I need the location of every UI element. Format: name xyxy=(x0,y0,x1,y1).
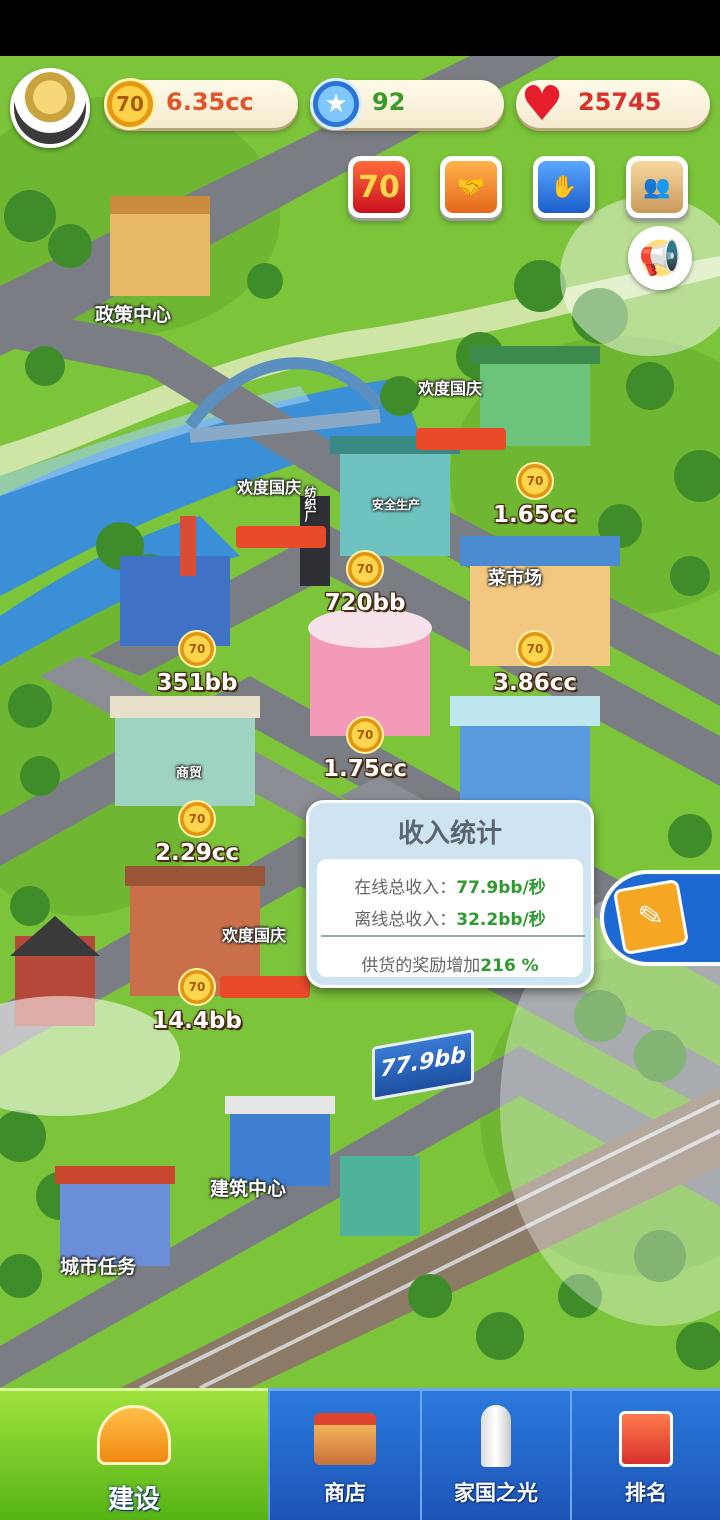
online-income-label: 在线总收入： xyxy=(354,878,457,898)
tab-build[interactable]: 建设 xyxy=(0,1388,268,1520)
coin-icon: 70 xyxy=(516,462,554,500)
coin-icon: 70 xyxy=(346,716,384,754)
income-amount: 14.4bb xyxy=(152,1008,242,1034)
star-gem-icon: ★ xyxy=(310,78,362,130)
tab-homeland[interactable]: 家国之光 xyxy=(420,1388,570,1520)
bonus-value: 216 % xyxy=(480,956,539,976)
income-vegetable-market[interactable]: 70 3.86cc xyxy=(470,630,600,696)
coin-counter[interactable]: 70 6.35cc xyxy=(104,78,298,130)
celebration-sign: 欢度国庆 xyxy=(222,926,287,945)
online-income-row: 在线总收入：77.9bb/秒 xyxy=(317,873,583,898)
city-map[interactable]: 欢度国庆 欢度国庆 欢度国庆 纺织厂 安全生产 菜市场 商贸 政策中心 建筑中心… xyxy=(0,56,720,1388)
team-photo-icon: 👥 xyxy=(631,161,683,213)
player-avatar[interactable] xyxy=(10,68,90,148)
tab-shop[interactable]: 商店 xyxy=(268,1388,420,1520)
heart-icon: ♥ xyxy=(520,76,564,132)
city-tasks-label[interactable]: 城市任务 xyxy=(60,1252,136,1279)
celebration-sign: 欢度国庆 xyxy=(418,379,483,398)
offline-income-label: 离线总收入： xyxy=(354,910,457,930)
textile-sign: 纺织厂 xyxy=(303,486,317,522)
megaphone-icon[interactable]: 📢 xyxy=(628,226,692,290)
status-bar xyxy=(0,0,720,56)
rocket-icon xyxy=(481,1405,511,1467)
income-residential[interactable]: 70 14.4bb xyxy=(132,968,262,1034)
coin-value: 6.35cc xyxy=(166,88,254,116)
tab-rank-label: 排名 xyxy=(625,1481,667,1505)
income-amount: 720bb xyxy=(324,590,406,616)
coin-icon: 70 xyxy=(178,630,216,668)
notepad-icon: ✎ xyxy=(612,878,690,956)
income-amount: 1.75cc xyxy=(322,756,407,782)
hand-emblem-button[interactable]: ✋ xyxy=(533,156,595,218)
income-trade-mall[interactable]: 70 2.29cc xyxy=(132,800,262,866)
popup-title: 收入统计 xyxy=(397,819,502,849)
gem-value: 92 xyxy=(372,88,406,116)
policy-center-label[interactable]: 政策中心 xyxy=(95,300,171,327)
coin-icon: 70 xyxy=(346,550,384,588)
bonus-label: 供货的奖励增加 xyxy=(361,956,481,976)
income-stats-popup[interactable]: 收入统计 在线总收入：77.9bb/秒 离线总收入：32.2bb/秒 供货的奖励… xyxy=(306,800,594,988)
anniversary-70-icon: 70 xyxy=(353,161,405,213)
celebration-sign: 欢度国庆 xyxy=(237,478,302,497)
bonus-row: 供货的奖励增加216 % xyxy=(317,951,583,976)
anniversary-event-button[interactable]: 70 xyxy=(348,156,410,218)
tab-build-label: 建设 xyxy=(107,1485,160,1515)
offline-income-row: 离线总收入：32.2bb/秒 xyxy=(317,905,583,930)
income-amount: 3.86cc xyxy=(492,670,577,696)
team-event-button[interactable]: 👥 xyxy=(626,156,688,218)
income-amount: 2.29cc xyxy=(154,840,239,866)
coin-icon: 70 xyxy=(178,800,216,838)
safety-sign: 安全生产 xyxy=(372,498,421,512)
shop-icon xyxy=(314,1413,376,1465)
income-power-plant[interactable]: 70 351bb xyxy=(132,630,262,696)
online-income-value: 77.9bb/秒 xyxy=(456,878,546,898)
handshake-icon: 🤝 xyxy=(445,161,497,213)
hand-emblem-icon: ✋ xyxy=(538,161,590,213)
tab-rank[interactable]: 排名 xyxy=(570,1388,720,1520)
coin-icon: 70 xyxy=(104,78,156,130)
popup-divider xyxy=(321,935,585,937)
ranking-icon xyxy=(619,1411,673,1467)
income-restaurant[interactable]: 70 1.75cc xyxy=(300,716,430,782)
hard-hat-icon xyxy=(97,1405,171,1465)
income-amount: 351bb xyxy=(156,670,238,696)
coin-icon: 70 xyxy=(516,630,554,668)
market-sign: 菜市场 xyxy=(488,568,542,589)
income-amount: 1.65cc xyxy=(492,502,577,528)
offline-income-value: 32.2bb/秒 xyxy=(456,910,546,930)
construction-center-label[interactable]: 建筑中心 xyxy=(210,1174,286,1201)
cooperation-event-button[interactable]: 🤝 xyxy=(440,156,502,218)
notepad-side-button[interactable]: ✎ xyxy=(600,870,720,966)
tab-homeland-label: 家国之光 xyxy=(454,1481,538,1505)
income-food-factory[interactable]: 70 1.65cc xyxy=(470,462,600,528)
tab-shop-label: 商店 xyxy=(324,1481,366,1505)
popup-body: 在线总收入：77.9bb/秒 离线总收入：32.2bb/秒 供货的奖励增加216… xyxy=(317,859,585,977)
bottom-nav: 建设 商店 家国之光 排名 xyxy=(0,1388,720,1520)
coin-icon: 70 xyxy=(178,968,216,1006)
mall-sign: 商贸 xyxy=(176,766,203,781)
heart-value: 25745 xyxy=(578,88,662,116)
heart-counter[interactable]: ♥ 25745 xyxy=(516,76,710,132)
income-textile-mill[interactable]: 70 720bb xyxy=(300,550,430,616)
gem-counter[interactable]: ★ 92 xyxy=(310,78,504,130)
